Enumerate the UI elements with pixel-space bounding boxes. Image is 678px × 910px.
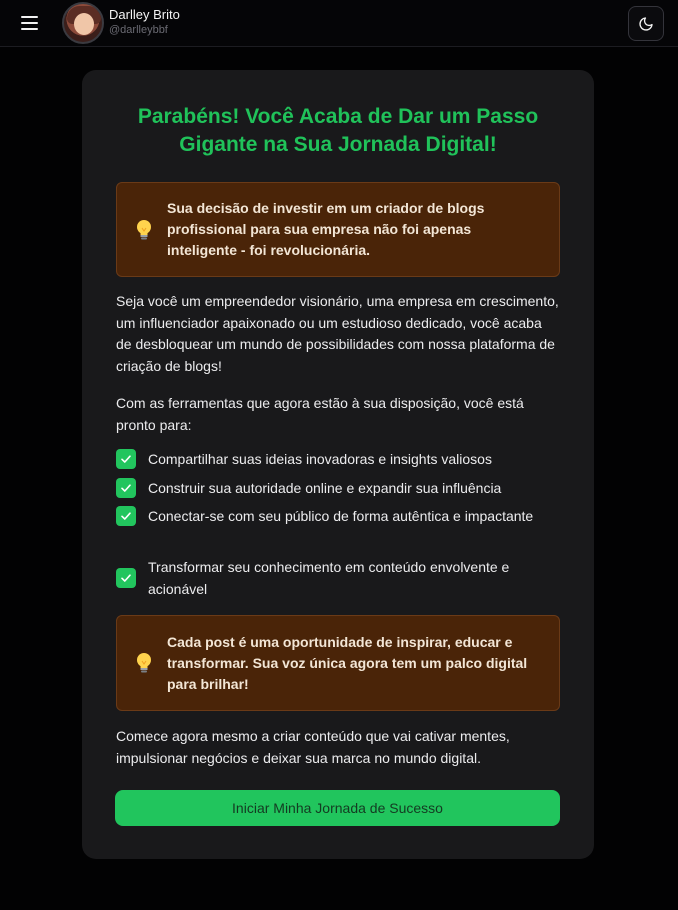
callout-inspiration: Cada post é uma oportunidade de inspirar…	[116, 615, 560, 711]
list-item: Compartilhar suas ideias inovadoras e in…	[116, 448, 560, 470]
congratulations-card: Parabéns! Você Acaba de Dar um Passo Gig…	[82, 70, 594, 859]
intro-paragraph: Seja você um empreendedor visionário, um…	[116, 293, 559, 374]
tools-paragraph: Com as ferramentas que agora estão à sua…	[116, 395, 524, 433]
user-name: Darlley Brito	[109, 7, 180, 22]
start-journey-button[interactable]: Iniciar Minha Jornada de Sucesso	[115, 790, 560, 826]
check-icon	[116, 449, 136, 469]
callout-text: Sua decisão de investir em um criador de…	[167, 200, 485, 258]
moon-icon	[639, 16, 653, 31]
check-icon	[116, 506, 136, 526]
top-bar: Darlley Brito @darlleybbf	[0, 0, 678, 47]
user-handle: @darlleybbf	[109, 24, 168, 36]
hamburger-menu-icon[interactable]	[20, 14, 40, 32]
check-icon	[116, 568, 136, 588]
check-icon	[116, 478, 136, 498]
list-item: Conectar-se com seu público de forma aut…	[116, 505, 560, 527]
closing-paragraph: Comece agora mesmo a criar conteúdo que …	[116, 728, 510, 766]
callout-text: Cada post é uma oportunidade de inspirar…	[167, 633, 528, 692]
avatar[interactable]	[62, 2, 104, 44]
callout-decision: Sua decisão de investir em um criador de…	[116, 182, 560, 277]
list-item: Transformar seu conhecimento em conteúdo…	[116, 556, 560, 600]
lightbulb-icon	[135, 219, 153, 241]
theme-toggle-button[interactable]	[628, 6, 664, 41]
page-title: Parabéns! Você Acaba de Dar um Passo Gig…	[137, 105, 539, 156]
list-item: Construir sua autoridade online e expand…	[116, 477, 560, 499]
lightbulb-icon	[135, 652, 153, 674]
